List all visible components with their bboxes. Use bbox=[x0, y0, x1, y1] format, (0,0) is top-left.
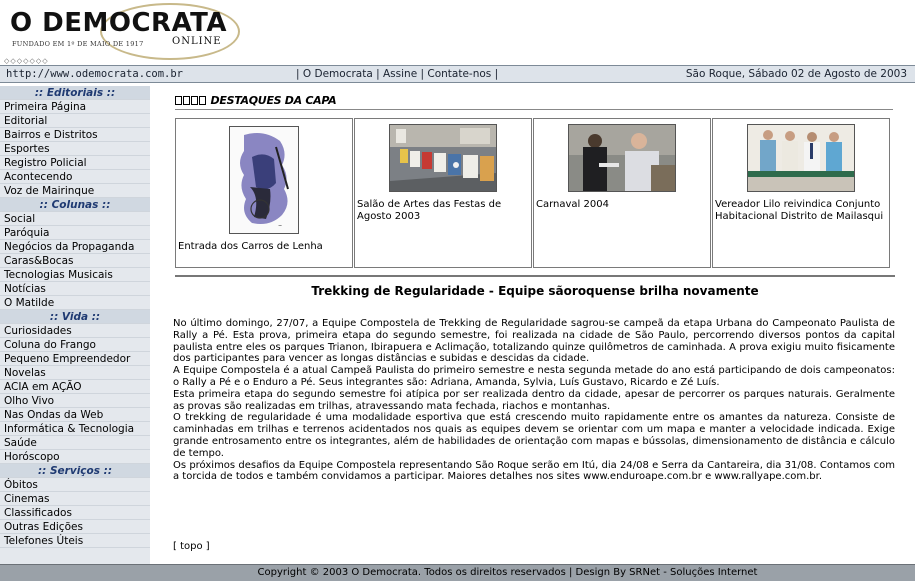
sidebar-item[interactable]: ACIA em AÇÃO bbox=[0, 380, 150, 394]
sidebar-item[interactable]: Social bbox=[0, 212, 150, 226]
card-image-carnaval[interactable] bbox=[568, 124, 676, 192]
site-header: O DEMOCRATA ONLINE FUNDADO EM 1º DE MAIO… bbox=[0, 0, 915, 65]
article-divider bbox=[175, 275, 895, 277]
sidebar-item[interactable]: Paróquia bbox=[0, 226, 150, 240]
decorative-diamonds: ◇◇◇◇◇◇◇ bbox=[4, 57, 49, 65]
square-icon bbox=[183, 96, 190, 105]
sidebar-item[interactable]: Novelas bbox=[0, 366, 150, 380]
sidebar-item[interactable]: Informática & Tecnologia bbox=[0, 422, 150, 436]
sidebar-item[interactable]: Negócios da Propaganda bbox=[0, 240, 150, 254]
sidebar-section-heading: :: Serviços :: bbox=[0, 464, 150, 478]
sidebar-item[interactable]: Bairros e Distritos bbox=[0, 128, 150, 142]
card-image-vereador-lilo[interactable] bbox=[747, 124, 855, 192]
photo-icon bbox=[390, 125, 496, 191]
site-logo[interactable]: O DEMOCRATA bbox=[10, 8, 227, 38]
sidebar-item[interactable]: Notícias bbox=[0, 282, 150, 296]
square-icon bbox=[191, 96, 198, 105]
sidebar-item[interactable]: Saúde bbox=[0, 436, 150, 450]
article-paragraph: O trekking de regularidade é uma modalid… bbox=[173, 412, 895, 459]
card-image-carros-de-lenha[interactable]: ~ bbox=[229, 126, 299, 234]
sidebar-item[interactable]: Olho Vivo bbox=[0, 394, 150, 408]
sidebar-item[interactable]: Voz de Mairinque bbox=[0, 184, 150, 198]
square-icon bbox=[175, 96, 182, 105]
sidebar-item[interactable]: Coluna do Frango bbox=[0, 338, 150, 352]
sidebar-item[interactable]: Registro Policial bbox=[0, 156, 150, 170]
site-footer: Copyright © 2003 O Democrata. Todos os d… bbox=[0, 564, 915, 581]
sidebar: :: Editoriais :: Primeira Página Editorial… bbox=[0, 86, 150, 566]
card-caption[interactable]: Carnaval 2004 bbox=[536, 199, 710, 211]
sidebar-item[interactable]: Curiosidades bbox=[0, 324, 150, 338]
illustration-icon: ~ bbox=[230, 127, 298, 233]
nav-o-democrata[interactable]: O Democrata bbox=[303, 68, 373, 80]
sidebar-item[interactable]: Outras Edições bbox=[0, 520, 150, 534]
sidebar-item[interactable]: Horóscopo bbox=[0, 450, 150, 464]
sidebar-section-heading: :: Colunas :: bbox=[0, 198, 150, 212]
card-image-salao-de-artes[interactable] bbox=[389, 124, 497, 192]
site-url-link[interactable]: http://www.odemocrata.com.br bbox=[6, 68, 183, 80]
destaques-divider bbox=[175, 109, 893, 110]
sidebar-item[interactable]: Nas Ondas da Web bbox=[0, 408, 150, 422]
logo-founded-text: FUNDADO EM 1º DE MAIO DE 1917 bbox=[12, 40, 144, 48]
article-body: No último domingo, 27/07, a Equipe Compo… bbox=[173, 318, 895, 483]
sidebar-item[interactable]: Tecnologias Musicais bbox=[0, 268, 150, 282]
featured-card-2[interactable]: Salão de Artes das Festas de Agosto 2003 bbox=[354, 118, 532, 268]
sidebar-item[interactable]: Cinemas bbox=[0, 492, 150, 506]
sidebar-item[interactable]: Pequeno Empreendedor bbox=[0, 352, 150, 366]
destaques-heading: DESTAQUES DA CAPA bbox=[175, 94, 337, 110]
sidebar-item[interactable]: Esportes bbox=[0, 142, 150, 156]
nav-assine[interactable]: Assine bbox=[383, 68, 417, 80]
nav-contate-nos[interactable]: Contate-nos bbox=[427, 68, 491, 80]
sidebar-section-heading: :: Editoriais :: bbox=[0, 86, 150, 100]
sidebar-item[interactable]: Telefones Úteis bbox=[0, 534, 150, 548]
current-date: São Roque, Sábado 02 de Agosto de 2003 bbox=[685, 68, 907, 80]
top-nav: | O Democrata | Assine | Contate-nos | bbox=[296, 68, 499, 80]
article-paragraph: No último domingo, 27/07, a Equipe Compo… bbox=[173, 318, 895, 365]
card-caption[interactable]: Entrada dos Carros de Lenha bbox=[178, 241, 352, 253]
main-content: DESTAQUES DA CAPA ~ Entrada dos Carros d… bbox=[170, 92, 900, 562]
top-bar: http://www.odemocrata.com.br | O Democra… bbox=[0, 65, 915, 83]
square-icon bbox=[199, 96, 206, 105]
article-paragraph: A Equipe Compostela é a atual Campeã Pau… bbox=[173, 365, 895, 388]
sidebar-section-heading: :: Vida :: bbox=[0, 310, 150, 324]
article-title: Trekking de Regularidade - Equipe sãoroq… bbox=[311, 284, 759, 298]
article-paragraph: Esta primeira etapa do segundo semestre … bbox=[173, 388, 895, 412]
destaques-title: DESTAQUES DA CAPA bbox=[210, 94, 337, 107]
top-link[interactable]: [ topo ] bbox=[173, 541, 210, 552]
photo-icon bbox=[569, 125, 675, 191]
article-paragraph: Os próximos desafios da Equipe Compostel… bbox=[173, 459, 895, 483]
featured-card-3[interactable]: Carnaval 2004 bbox=[533, 118, 711, 268]
photo-icon bbox=[748, 125, 854, 191]
sidebar-item[interactable]: Acontecendo bbox=[0, 170, 150, 184]
logo-online-label: ONLINE bbox=[172, 36, 222, 47]
sidebar-item[interactable]: Editorial bbox=[0, 114, 150, 128]
sidebar-item[interactable]: Caras&Bocas bbox=[0, 254, 150, 268]
sidebar-item[interactable]: O Matilde bbox=[0, 296, 150, 310]
featured-card-1[interactable]: ~ Entrada dos Carros de Lenha bbox=[175, 118, 353, 268]
card-caption[interactable]: Vereador Lilo reivindica Conjunto Habita… bbox=[715, 199, 889, 223]
card-caption[interactable]: Salão de Artes das Festas de Agosto 2003 bbox=[357, 199, 531, 223]
svg-text:~: ~ bbox=[278, 223, 282, 229]
featured-card-4[interactable]: Vereador Lilo reivindica Conjunto Habita… bbox=[712, 118, 890, 268]
sidebar-item[interactable]: Óbitos bbox=[0, 478, 150, 492]
sidebar-item[interactable]: Primeira Página bbox=[0, 100, 150, 114]
sidebar-item[interactable]: Classificados bbox=[0, 506, 150, 520]
